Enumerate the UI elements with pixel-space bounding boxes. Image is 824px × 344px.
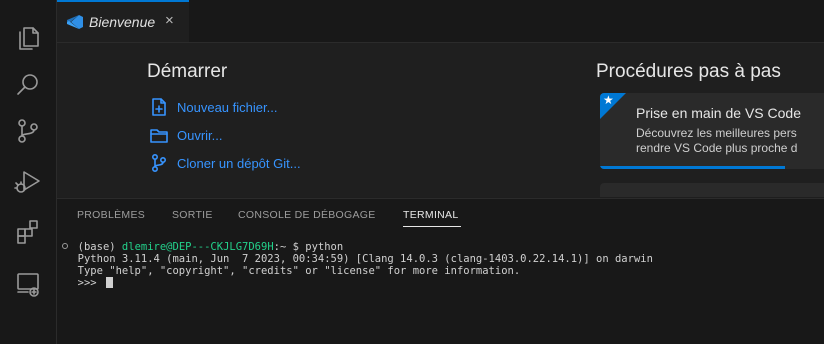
walkthrough-card-get-started[interactable]: ★ Prise en main de VS Code Découvrez les… — [600, 93, 824, 169]
tab-output[interactable]: SORTIE — [172, 209, 213, 221]
source-control-icon[interactable] — [13, 116, 43, 146]
terminal-output[interactable]: (base) dlemire@DEP---CKJLG7D69H:~ $ pyth… — [62, 241, 816, 289]
tab-terminal[interactable]: TERMINAL — [403, 209, 459, 221]
tab-problems[interactable]: PROBLÈMES — [77, 209, 145, 221]
walkthrough-card-2[interactable] — [600, 183, 824, 197]
source-control-icon — [149, 153, 169, 173]
start-section-title: Démarrer — [147, 61, 228, 82]
extensions-icon[interactable] — [13, 216, 43, 246]
bottom-panel: PROBLÈMES SORTIE CONSOLE DE DÉBOGAGE TER… — [57, 198, 824, 344]
new-file-label: Nouveau fichier... — [177, 100, 278, 115]
terminal-line: Type "help", "copyright", "credits" or "… — [77, 265, 521, 277]
welcome-page: Démarrer Nouveau fichier... Ouvrir... Cl… — [57, 43, 824, 197]
walkthrough-card-title: Prise en main de VS Code — [636, 105, 801, 121]
close-icon[interactable]: × — [165, 12, 174, 29]
explorer-icon[interactable] — [13, 22, 43, 52]
remote-explorer-icon[interactable] — [13, 268, 43, 298]
terminal-cursor — [105, 277, 113, 288]
walkthrough-card-description: Découvrez les meilleures pers rendre VS … — [636, 126, 798, 155]
folder-icon — [149, 125, 169, 145]
terminal-line: Python 3.11.4 (main, Jun 7 2023, 00:34:5… — [77, 253, 653, 265]
tab-debug-console[interactable]: CONSOLE DE DÉBOGAGE — [238, 209, 376, 221]
walkthrough-progress-bar — [600, 166, 785, 169]
search-icon[interactable] — [13, 70, 43, 100]
terminal-input-line: >>> — [65, 277, 816, 289]
activity-bar — [0, 0, 57, 344]
active-tab-indicator — [403, 226, 461, 227]
tab-welcome[interactable]: Bienvenue × — [57, 0, 189, 42]
clone-git-label: Cloner un dépôt Git... — [177, 156, 301, 171]
panel-tabs: PROBLÈMES SORTIE CONSOLE DE DÉBOGAGE TER… — [57, 199, 824, 229]
terminal-prompt-line: (base) dlemire@DEP---CKJLG7D69H:~ $ pyth… — [62, 241, 816, 253]
editor-tab-bar: Bienvenue × — [57, 0, 824, 43]
new-file-icon — [149, 97, 169, 117]
vscode-logo-icon — [67, 15, 83, 29]
open-label: Ouvrir... — [177, 128, 223, 143]
terminal-user-host: dlemire@DEP---CKJLG7D69H — [121, 241, 274, 253]
star-icon: ★ — [603, 93, 614, 107]
run-debug-icon[interactable] — [13, 166, 43, 196]
walkthroughs-title: Procédures pas à pas — [596, 61, 781, 82]
command-status-icon — [62, 243, 68, 249]
tab-label: Bienvenue — [89, 14, 156, 30]
